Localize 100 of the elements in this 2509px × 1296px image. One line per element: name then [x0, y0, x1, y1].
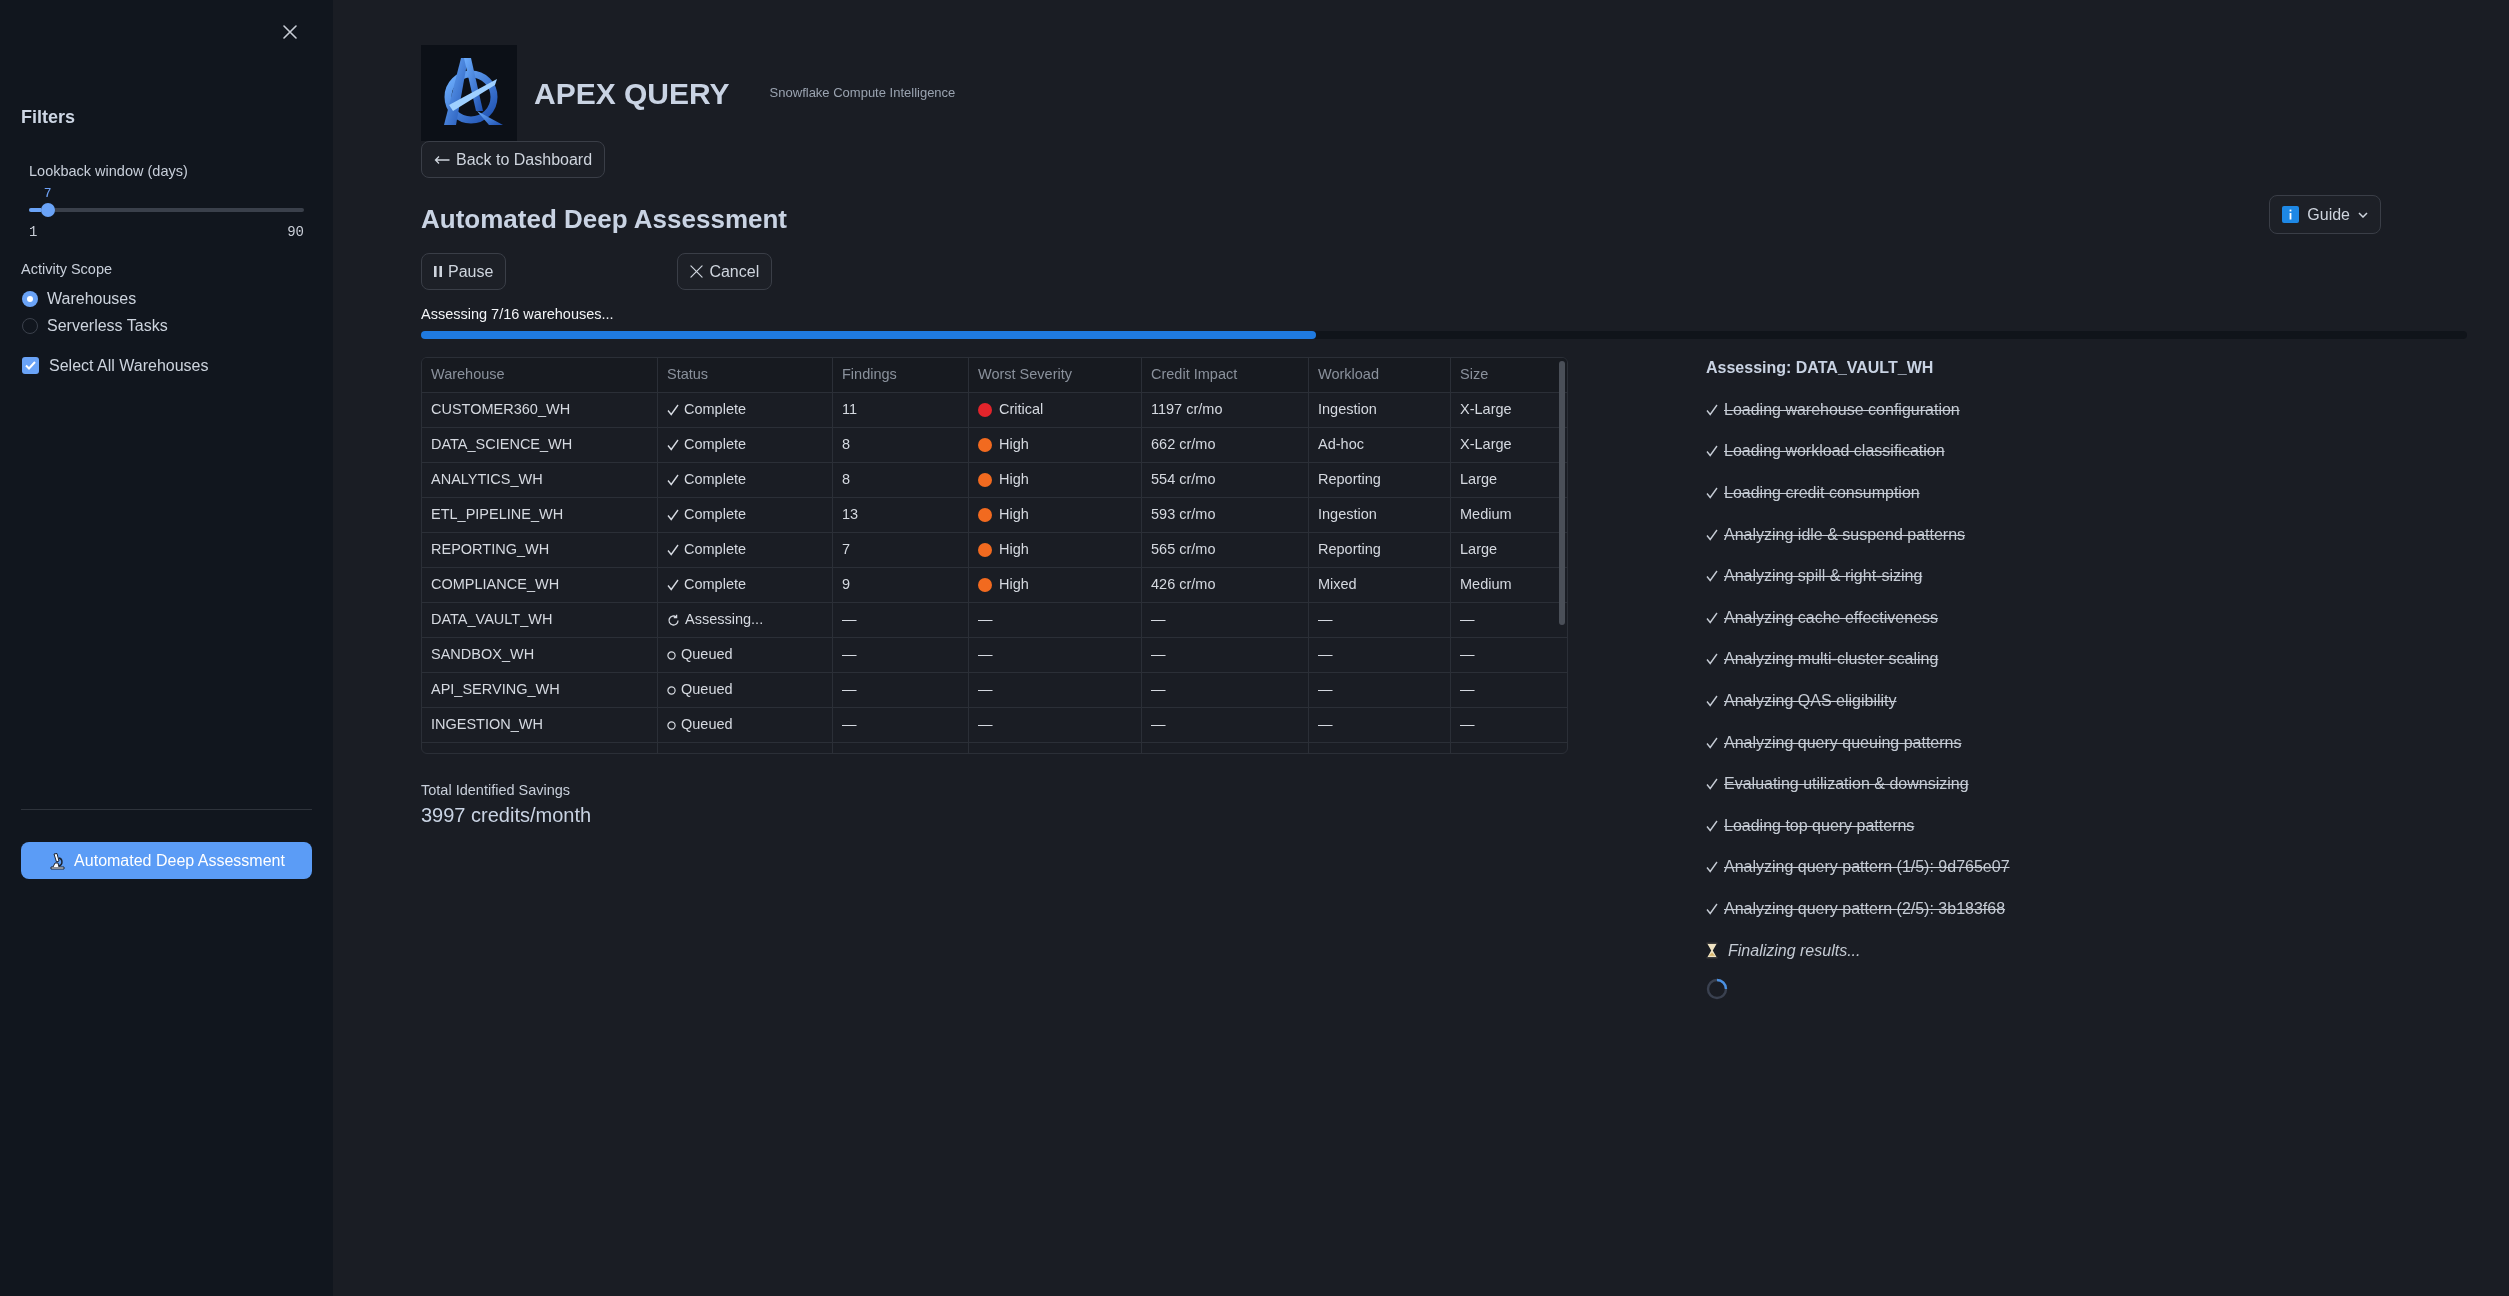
info-icon — [2282, 206, 2300, 223]
check-icon — [1706, 487, 1718, 499]
table-cell-text: Reporting — [1318, 470, 1381, 490]
table-cell-text: 11 — [842, 400, 858, 420]
table-cell-text: Large — [1460, 540, 1498, 560]
check-icon — [1706, 445, 1718, 458]
radio-label: Serverless Tasks — [47, 315, 168, 336]
page-title: Automated Deep Assessment — [421, 203, 788, 236]
check-icon — [1706, 736, 1718, 749]
check-icon — [1706, 778, 1718, 791]
column-header: Warehouse — [431, 365, 505, 385]
x-icon — [690, 265, 704, 278]
radio-button[interactable] — [22, 290, 38, 307]
table-cell-text: Complete — [684, 575, 747, 595]
check-icon — [667, 474, 679, 486]
check-icon — [667, 579, 679, 591]
step-label: Loading credit consumption — [1724, 483, 1920, 503]
column-header: Worst Severity — [978, 365, 1072, 385]
table-cell-text: Complete — [684, 400, 747, 420]
hourglass-icon — [1706, 942, 1718, 959]
table-cell-text: — — [1151, 715, 1166, 735]
column-header: Credit Impact — [1151, 365, 1238, 385]
table-cell-text: 13 — [842, 505, 859, 525]
sidebar-title: Filters — [21, 106, 76, 129]
table-cell-text: — — [1460, 610, 1475, 630]
table-cell-text: Complete — [684, 505, 747, 525]
scrollbar-thumb[interactable] — [1559, 361, 1565, 625]
check-icon — [1706, 570, 1718, 583]
step-label: Loading workload classification — [1724, 441, 1945, 462]
table-cell-text: — — [1318, 715, 1333, 735]
table-cell-text: High — [999, 540, 1029, 560]
cancel-button[interactable]: Cancel — [677, 253, 773, 290]
brand-tagline: Snowflake Compute Intelligence — [769, 84, 956, 103]
column-header: Status — [667, 365, 709, 385]
table-cell-text: 9 — [842, 575, 851, 595]
table-cell-text: — — [842, 610, 857, 630]
table-cell-text: ANALYTICS_WH — [431, 470, 543, 490]
checkbox[interactable] — [22, 357, 39, 374]
table-cell-text: Complete — [684, 540, 747, 560]
step-label: Evaluating utilization & downsizing — [1724, 774, 1969, 795]
table-cell-text: — — [1318, 645, 1333, 665]
table-cell-text: 554 cr/mo — [1151, 470, 1216, 490]
slider-label: Lookback window (days) — [29, 162, 188, 181]
table-cell-text: — — [1151, 610, 1166, 630]
table-cell-text: — — [978, 715, 993, 735]
table-cell-text: 426 cr/mo — [1151, 575, 1216, 595]
slider-thumb[interactable] — [40, 203, 55, 217]
check-icon — [667, 544, 679, 556]
savings-label: Total Identified Savings — [421, 781, 571, 800]
pause-button[interactable]: Pause — [421, 253, 507, 290]
table-cell-text: — — [1318, 610, 1333, 630]
table-cell-text: High — [999, 505, 1029, 525]
table-cell-text: High — [999, 435, 1029, 455]
circle-icon — [667, 720, 676, 730]
table-cell-text: DATA_SCIENCE_WH — [431, 435, 573, 455]
microscope-icon — [48, 851, 67, 870]
table-cell-text: 565 cr/mo — [1151, 540, 1216, 560]
brand-name: APEX QUERY — [534, 75, 730, 112]
check-icon — [667, 404, 679, 416]
step-label: Analyzing multi-cluster scaling — [1724, 649, 1939, 670]
circle-icon — [667, 685, 676, 695]
table-cell-text: Ingestion — [1318, 505, 1377, 525]
refresh-icon — [667, 613, 680, 627]
table-cell-text: — — [842, 645, 857, 665]
pause-icon — [434, 266, 442, 277]
check-icon — [667, 509, 679, 521]
step-label: Finalizing results... — [1728, 940, 1861, 961]
table-cell-text: INGESTION_WH — [431, 715, 543, 735]
back-button[interactable]: Back to Dashboard — [421, 141, 606, 178]
table-cell-text: Complete — [684, 470, 747, 490]
table-cell-text: — — [1460, 715, 1475, 735]
radio-label: Warehouses — [47, 288, 137, 309]
table-cell-text: Mixed — [1318, 575, 1357, 595]
chevron-down-icon — [2358, 211, 2368, 218]
column-header: Workload — [1318, 365, 1379, 385]
savings-value: 3997 credits/month — [421, 803, 592, 828]
check-icon — [1706, 861, 1718, 874]
checkbox-label: Select All Warehouses — [49, 355, 209, 376]
check-icon — [1706, 611, 1718, 624]
spinner-icon — [1706, 978, 1728, 1001]
step-label: Analyzing query pattern (2/5): 3b183f68 — [1724, 898, 2006, 919]
step-label: Analyzing QAS eligibility — [1724, 690, 1897, 711]
column-header: Size — [1460, 365, 1489, 385]
slider-min: 1 — [29, 223, 38, 241]
table-cell-text: Critical — [999, 400, 1044, 420]
sidebar-close-button[interactable] — [282, 24, 298, 40]
table-cell-text: — — [978, 610, 993, 630]
table-cell-text: 8 — [842, 470, 851, 490]
check-icon — [1706, 902, 1718, 915]
table-cell-text: Queued — [681, 715, 733, 735]
table-cell-text: ETL_PIPELINE_WH — [431, 505, 564, 525]
check-icon — [25, 361, 36, 370]
guide-button[interactable]: Guide — [2269, 195, 2381, 234]
table-cell-text: Large — [1460, 470, 1498, 490]
slider-max: 90 — [287, 223, 304, 241]
table-cell-text: High — [999, 470, 1029, 490]
check-icon — [667, 439, 679, 451]
column-header: Findings — [842, 365, 897, 385]
step-label: Analyzing spill & right-sizing — [1724, 566, 1923, 587]
check-icon — [1706, 653, 1718, 666]
